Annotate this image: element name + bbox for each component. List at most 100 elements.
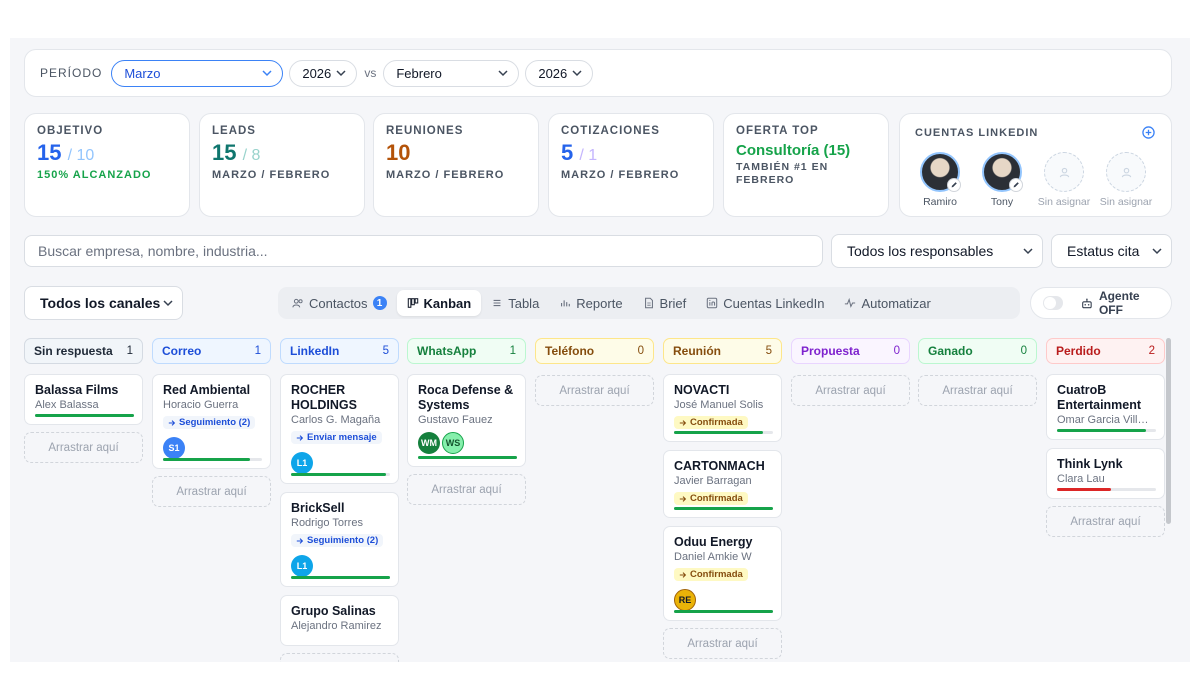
add-account-icon[interactable] <box>1142 126 1155 139</box>
drop-zone[interactable]: Arrastrar aquí <box>663 628 782 659</box>
arrow-right-icon <box>296 537 304 544</box>
kanban-card[interactable]: Grupo Salinas Alejandro Ramirez <box>280 595 399 646</box>
column-header[interactable]: Reunión 5 <box>663 338 782 364</box>
assignee-chip[interactable]: WS <box>442 432 464 454</box>
edit-icon[interactable] <box>947 178 961 192</box>
tab-label: Brief <box>659 295 687 311</box>
kpi-sub: TAMBIÉN #1 EN FEBRERO <box>736 161 829 186</box>
column-header[interactable]: Propuesta 0 <box>791 338 910 364</box>
column-count: 0 <box>1020 345 1027 357</box>
assignee-chip[interactable]: WM <box>418 432 440 454</box>
card-title: Oduu Energy <box>674 535 753 549</box>
column-count: 1 <box>126 345 133 357</box>
kanban-column-tel-fono: Teléfono 0 <box>535 338 654 364</box>
card-title: Red Ambiental <box>163 383 251 397</box>
period-bar: PERÍODO Marzo 2026 vs Febrero 2026 <box>24 49 1172 97</box>
assignee-chip[interactable]: RE <box>674 588 696 611</box>
arrow-right-icon <box>168 419 176 426</box>
drop-zone[interactable]: Arrastrar aquí <box>918 375 1037 406</box>
kanban-card[interactable]: CARTONMACH Javier Barragan Confirmada <box>663 450 782 518</box>
linkedin-account-unassigned[interactable]: Sin asignar <box>1038 152 1090 208</box>
compare-year-select[interactable]: 2026 <box>525 59 594 87</box>
column-name: Teléfono <box>545 344 595 358</box>
chevron-down-icon <box>498 70 508 77</box>
drop-zone[interactable]: Arrastrar aquí <box>791 375 910 406</box>
arrow-right-icon <box>296 434 304 441</box>
column-count: 1 <box>254 345 261 357</box>
progress-bar <box>291 576 390 579</box>
kanban-card[interactable]: Red Ambiental Horacio Guerra Seguimiento (… <box>152 374 271 469</box>
kpi-objetivo: OBJETIVO 15 / 10 150% ALCANZADO <box>24 113 190 217</box>
estatus-dropdown[interactable]: Estatus cita <box>1051 234 1172 268</box>
linkedin-account-ramiro[interactable]: Ramiro <box>920 152 961 208</box>
kanban-card[interactable]: BrickSell Rodrigo Torres Seguimiento (2) L1 <box>280 492 399 587</box>
month-select[interactable]: Marzo <box>111 59 284 87</box>
tab-cuentas-linkedin[interactable]: Cuentas LinkedIn <box>696 290 834 316</box>
activity-icon <box>845 297 856 308</box>
responsables-dropdown[interactable]: Todos los responsables <box>831 234 1043 268</box>
progress-fill <box>35 414 134 417</box>
search-input[interactable] <box>24 235 823 267</box>
kpi-sub: MARZO / FEBRERO <box>386 169 505 181</box>
linkedin-account-unassigned[interactable]: Sin asignar <box>1100 152 1152 208</box>
column-header[interactable]: LinkedIn 5 <box>280 338 399 364</box>
tab-kanban[interactable]: Kanban <box>396 290 482 316</box>
kpi-sub: MARZO / FEBRERO <box>561 169 680 181</box>
card-contact: Omar Garcia Villarreal <box>1057 414 1154 426</box>
assignee-chip[interactable]: L1 <box>291 554 313 577</box>
account-name: Ramiro <box>923 196 957 208</box>
column-name: Correo <box>162 344 202 358</box>
assignee-chips: L1 <box>291 550 388 577</box>
tab-tabla[interactable]: Tabla <box>481 290 549 316</box>
tab-contactos[interactable]: Contactos 1 <box>282 290 397 316</box>
channels-dropdown[interactable]: Todos los canales <box>24 286 183 320</box>
column-count: 5 <box>382 345 389 357</box>
agent-toggle[interactable]: Agente OFF <box>1030 287 1172 319</box>
kpi-value: 5 / 1 <box>561 140 598 165</box>
responsables-value: Todos los responsables <box>847 243 994 259</box>
tag-label: Seguimiento (2) <box>307 535 379 546</box>
status-tag: Seguimiento (2) <box>291 534 384 547</box>
kanban-card[interactable]: Roca Defense & Systems Gustavo Fauez WM WS <box>407 374 526 467</box>
drop-zone[interactable]: Arrastrar aquí <box>152 476 271 507</box>
kanban-card[interactable]: ROCHER HOLDINGS Carlos G. Magaña Enviar me… <box>280 374 399 484</box>
kanban-card[interactable]: CuatroB Entertainment Omar Garcia Villarr… <box>1046 374 1165 440</box>
kanban-card[interactable]: Think Lynk Clara Lau <box>1046 448 1165 499</box>
drop-zone[interactable]: Arrastrar aquí <box>280 653 399 662</box>
year-select[interactable]: 2026 <box>289 59 358 87</box>
drop-zone[interactable]: Arrastrar aquí <box>407 474 526 505</box>
drop-zone[interactable]: Arrastrar aquí <box>1046 506 1165 537</box>
compare-month-select[interactable]: Febrero <box>383 59 520 87</box>
kanban-column-linkedin: LinkedIn 5 <box>280 338 399 364</box>
kanban-column-reuni-n: Reunión 5 <box>663 338 782 364</box>
drop-zone[interactable]: Arrastrar aquí <box>24 432 143 463</box>
kpi-title: COTIZACIONES <box>561 125 660 137</box>
column-header[interactable]: Perdido 2 <box>1046 338 1165 364</box>
tag-label: Confirmada <box>690 569 743 580</box>
view-tabs: Contactos 1 Kanban Tabla Reporte Brief C… <box>278 287 1020 319</box>
column-header[interactable]: Ganado 0 <box>918 338 1037 364</box>
column-header[interactable]: Correo 1 <box>152 338 271 364</box>
kanban-card[interactable]: Balassa Films Alex Balassa <box>24 374 143 425</box>
assignee-chip[interactable]: S1 <box>163 436 185 459</box>
drop-zone[interactable]: Arrastrar aquí <box>535 375 654 406</box>
scrollbar[interactable] <box>1166 338 1171 524</box>
column-header[interactable]: WhatsApp 1 <box>407 338 526 364</box>
status-tag: Confirmada <box>674 416 748 429</box>
kanban-card[interactable]: NOVACTI José Manuel Solis Confirmada <box>663 374 782 442</box>
edit-icon[interactable] <box>1009 178 1023 192</box>
linkedin-accounts-card: CUENTAS LINKEDIN Ramiro Tony Sin asignar <box>899 113 1172 217</box>
tab-reporte[interactable]: Reporte <box>549 290 632 316</box>
linkedin-account-tony[interactable]: Tony <box>982 152 1023 208</box>
kanban-card[interactable]: Oduu Energy Daniel Amkie W Confirmada RE <box>663 526 782 621</box>
column-header[interactable]: Teléfono 0 <box>535 338 654 364</box>
column-header[interactable]: Sin respuesta 1 <box>24 338 143 364</box>
column-count: 1 <box>509 345 516 357</box>
progress-bar <box>291 473 390 476</box>
tab-label: Reporte <box>576 295 623 311</box>
tab-brief[interactable]: Brief <box>633 290 697 316</box>
toggle-switch[interactable] <box>1043 296 1064 310</box>
assignee-chip[interactable]: L1 <box>291 451 313 474</box>
contacts-count-badge: 1 <box>372 296 387 310</box>
tab-automatizar[interactable]: Automatizar <box>834 290 940 316</box>
